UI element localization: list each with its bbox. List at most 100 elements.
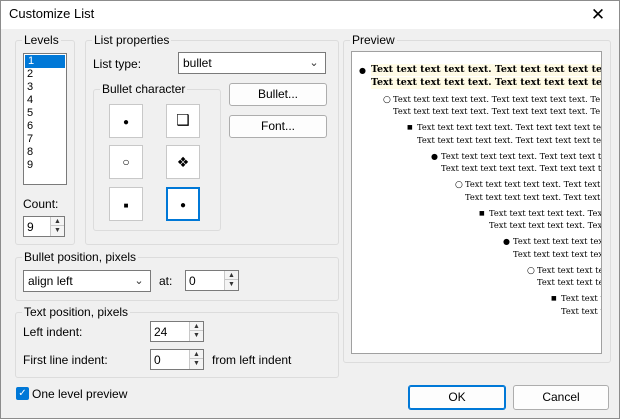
four-diamond-icon: ❖ — [176, 154, 190, 170]
level-item[interactable]: 3 — [24, 81, 66, 94]
spin-up-icon[interactable]: ▲ — [190, 322, 203, 331]
left-indent-value: 24 — [154, 325, 168, 339]
chevron-down-icon: ⌄ — [309, 57, 319, 69]
level-item[interactable]: 8 — [24, 146, 66, 159]
preview-text-line: Text text text text text. Text text text… — [441, 150, 602, 161]
title-bar: Customize List ✕ — [1, 1, 619, 29]
level-item[interactable]: 4 — [24, 94, 66, 107]
level-item[interactable]: 5 — [24, 107, 66, 120]
spin-down-icon[interactable]: ▼ — [190, 359, 203, 368]
filled-dot-icon: ● — [122, 117, 130, 128]
text-position-group-title: Text position, pixels — [22, 305, 131, 319]
one-level-preview-label[interactable]: One level preview — [32, 387, 127, 401]
small-square-icon: ■ — [123, 201, 129, 210]
preview-text-line: Text text text text text. Text text text… — [417, 134, 602, 145]
bullet-option[interactable]: ○ — [109, 145, 143, 179]
bullet-character-group-title: Bullet character — [100, 82, 188, 96]
bullet-align-value: align left — [28, 274, 73, 288]
preview-text-line: Text text text text text. Text text text… — [561, 293, 601, 303]
hollow-circle-icon: ○ — [122, 155, 130, 169]
list-type-value: bullet — [183, 56, 212, 70]
spin-up-icon[interactable]: ▲ — [225, 271, 238, 280]
first-line-indent-label: First line indent: — [23, 353, 108, 367]
count-stepper[interactable]: 9 ▲ ▼ — [23, 216, 65, 237]
close-icon: ✕ — [590, 5, 606, 24]
spin-down-icon[interactable]: ▼ — [190, 331, 203, 340]
filled-dot-icon: ● — [431, 151, 438, 161]
level-item[interactable]: 6 — [24, 120, 66, 133]
cancel-button[interactable]: Cancel — [513, 385, 609, 410]
shadow-square-icon: ❑ — [176, 112, 190, 129]
at-label: at: — [159, 274, 173, 288]
left-indent-spin-buttons[interactable]: ▲ ▼ — [189, 322, 203, 341]
hollow-circle-icon: ○ — [383, 94, 391, 105]
small-square-icon: ■ — [479, 209, 485, 217]
preview-text-line: Text text text text text. Text text text… — [489, 207, 602, 218]
list-type-select[interactable]: bullet ⌄ — [178, 52, 326, 74]
customize-list-dialog: Customize List ✕ Levels 1 2 3 4 5 6 7 8 … — [0, 0, 620, 419]
font-button[interactable]: Font... — [229, 115, 327, 138]
preview-text-line: Text text text text text. Text text text… — [371, 64, 601, 76]
bullet-position-group-title: Bullet position, pixels — [22, 250, 139, 264]
preview-text-line: Text text text text text. Text text text… — [441, 163, 602, 173]
at-stepper[interactable]: 0 ▲ ▼ — [185, 270, 239, 291]
bullet-align-select[interactable]: align left ⌄ — [23, 270, 151, 292]
first-line-indent-spin-buttons[interactable]: ▲ ▼ — [189, 350, 203, 369]
level-item[interactable]: 7 — [24, 133, 66, 146]
first-line-indent-value: 0 — [154, 353, 161, 367]
preview-text-line: Text text text text text. Text text text… — [417, 122, 602, 132]
spin-down-icon[interactable]: ▼ — [51, 226, 64, 235]
preview-canvas: ● Text text text text text. Text text tex… — [351, 51, 602, 354]
preview-text-line: Text text text text text. Text text text… — [371, 76, 601, 89]
ok-button[interactable]: OK — [408, 385, 506, 410]
level-item[interactable]: 1 — [25, 55, 65, 68]
preview-text-line: Text text text text text. Text text text… — [393, 93, 601, 104]
level-item[interactable]: 2 — [24, 68, 66, 81]
count-label: Count: — [23, 197, 59, 211]
preview-text-line: Text text text text text. Text text text… — [513, 248, 601, 259]
count-spin-buttons[interactable]: ▲ ▼ — [50, 217, 64, 236]
count-value: 9 — [27, 220, 34, 234]
bullet-button[interactable]: Bullet... — [229, 83, 327, 106]
list-type-label: List type: — [93, 57, 142, 71]
preview-text-line: Text text text text text. Text text text… — [489, 220, 602, 230]
small-square-icon: ■ — [551, 295, 557, 302]
left-indent-stepper[interactable]: 24 ▲ ▼ — [150, 321, 204, 342]
at-value: 0 — [189, 274, 196, 288]
filled-dot-icon: ● — [359, 66, 366, 75]
preview-text-line: Text text text text text. Text text text… — [537, 264, 601, 275]
bullet-option[interactable]: ● — [109, 104, 143, 138]
bullet-option[interactable]: ❑ — [166, 104, 200, 138]
close-button[interactable]: ✕ — [585, 3, 611, 27]
first-line-indent-stepper[interactable]: 0 ▲ ▼ — [150, 349, 204, 370]
preview-text-line: Text text text text text. Text text text… — [561, 305, 601, 316]
preview-text-line: Text text text text text. Text text text… — [465, 191, 601, 202]
levels-group-title: Levels — [22, 33, 61, 47]
preview-text-line: Text text text text text. Text text text… — [393, 106, 601, 116]
one-level-preview-checkbox[interactable]: ✓ — [16, 387, 29, 400]
bullet-option[interactable]: ❖ — [166, 145, 200, 179]
hollow-circle-icon: ○ — [455, 180, 463, 190]
filled-dot-icon: ● — [179, 200, 187, 211]
checkmark-icon: ✓ — [18, 388, 27, 399]
filled-dot-icon: ● — [503, 237, 510, 246]
spin-up-icon[interactable]: ▲ — [190, 350, 203, 359]
preview-text-line: Text text text text text. Text text text… — [513, 236, 601, 246]
bullet-option-selected[interactable]: ● — [166, 187, 200, 221]
at-spin-buttons[interactable]: ▲ ▼ — [224, 271, 238, 290]
dialog-title: Customize List — [9, 6, 95, 21]
spin-down-icon[interactable]: ▼ — [225, 280, 238, 289]
preview-text-line: Text text text text text. Text text text… — [465, 179, 601, 189]
level-item[interactable]: 9 — [24, 159, 66, 172]
small-square-icon: ■ — [407, 124, 413, 131]
chevron-down-icon: ⌄ — [134, 275, 144, 287]
preview-group-title: Preview — [350, 33, 397, 47]
from-left-indent-label: from left indent — [212, 353, 292, 367]
left-indent-label: Left indent: — [23, 325, 83, 339]
preview-text-line: Text text text text text. Text text text… — [537, 277, 601, 287]
hollow-circle-icon: ○ — [527, 265, 535, 276]
spin-up-icon[interactable]: ▲ — [51, 217, 64, 226]
bullet-option[interactable]: ■ — [109, 187, 143, 221]
list-properties-group-title: List properties — [92, 33, 172, 47]
levels-list[interactable]: 1 2 3 4 5 6 7 8 9 — [23, 53, 67, 185]
